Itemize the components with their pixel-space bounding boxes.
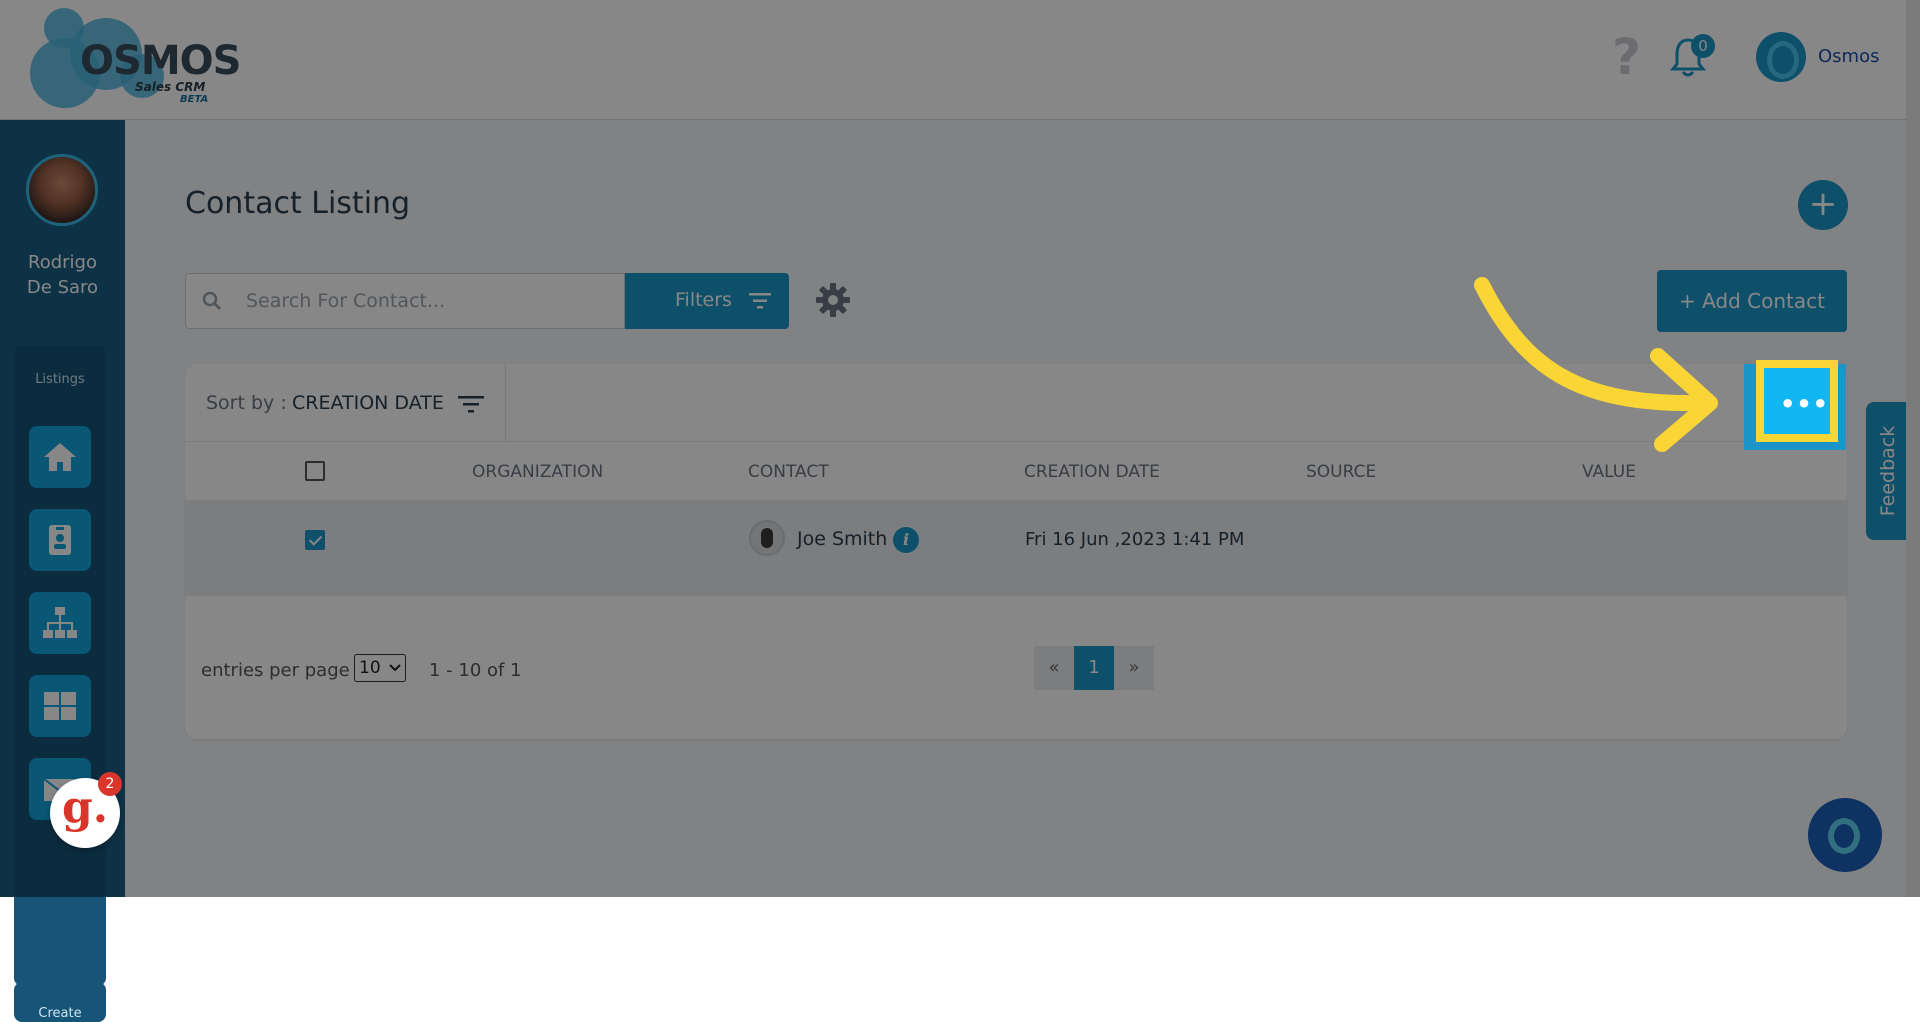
create-label: Create [38, 1006, 82, 1021]
create-panel: Create [14, 982, 106, 1022]
more-actions-button[interactable]: ••• [1756, 360, 1838, 442]
more-actions-highlight: ••• [1744, 356, 1854, 450]
more-dots-icon: ••• [1780, 390, 1830, 418]
pointer-arrow [1474, 277, 1718, 452]
